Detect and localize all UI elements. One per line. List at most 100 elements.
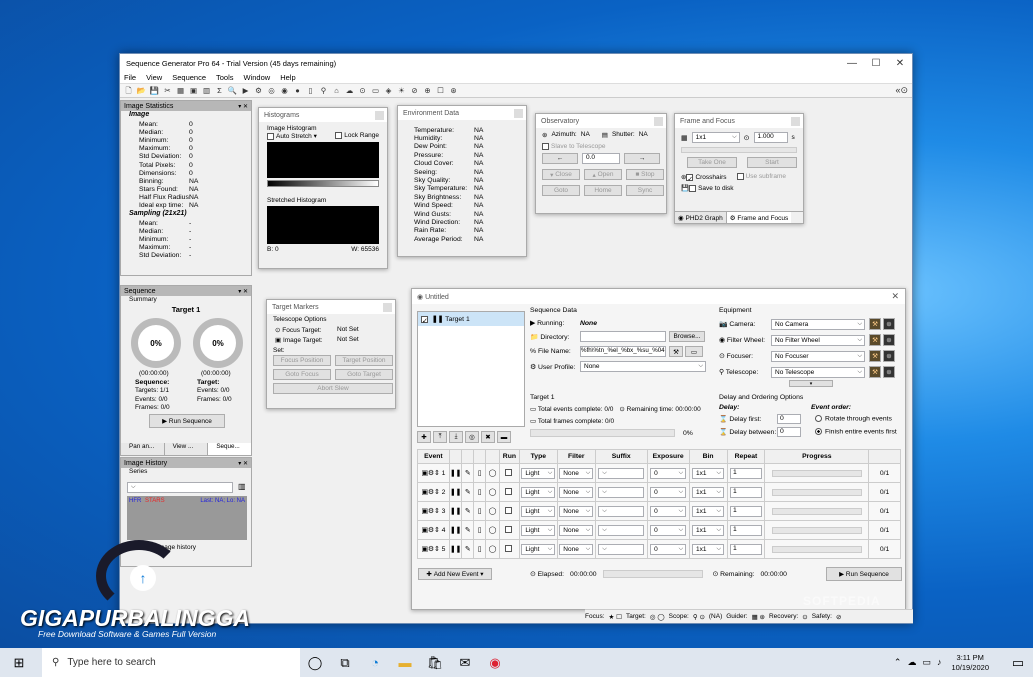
menu-file[interactable]: File [124,73,136,82]
close-icon[interactable]: ✕ [891,291,899,302]
target-position-button[interactable]: Target Position [335,355,393,366]
menu-window[interactable]: Window [244,73,271,82]
target-list-item[interactable]: ✓ ❚❚ Target 1 [418,312,524,326]
run-checkbox[interactable] [498,539,520,559]
file-name-input[interactable]: %fh\%tn_%el_%bx_%su_%04 [580,346,666,357]
stop-button[interactable]: ■ Stop [626,169,664,181]
chart-icon[interactable]: ▥ [238,482,246,491]
edge-icon[interactable]: ◔ [360,648,390,677]
pencil-icon[interactable]: ✎ [461,463,475,483]
save-to-disk-checkbox[interactable]: 💾 Save to disk [675,184,803,192]
suffix-select[interactable] [598,505,645,517]
chat-icon[interactable]: ◯ [485,482,500,502]
close-shutter-button[interactable]: ▾ Close [542,169,580,181]
connect-icon[interactable]: ⊛ [883,366,895,378]
table-row[interactable]: ▣⚙⇕ 4❚❚✎▯◯ LightNone 0 1x1 1 0/1 [417,520,901,540]
system-tray[interactable]: ⌃ ☁ ▭ ♪ [894,657,942,668]
pencil-icon[interactable]: ✎ [461,539,475,559]
lock-range-checkbox[interactable]: Lock Range [335,132,379,140]
filter-icon[interactable]: ▯ [305,86,316,96]
tab-sequence[interactable]: Seque... [208,443,252,455]
directory-input[interactable] [580,331,666,342]
table-row[interactable]: ▣⚙⇕ 5❚❚✎▯◯ LightNone 0 1x1 1 0/1 [417,539,901,559]
clock[interactable]: 3:11 PM 10/19/2020 [951,653,989,673]
type-select[interactable]: Light [521,524,556,536]
menu-view[interactable]: View [146,73,162,82]
exposure-select[interactable]: 0 [650,467,687,479]
play-icon[interactable]: ▶ [240,86,251,96]
image-icon[interactable]: ▣ [188,86,199,96]
run-sequence-button[interactable]: ▶ Run Sequence [826,567,902,581]
rotate-left-button[interactable]: ← [542,153,578,165]
repeat-stepper[interactable]: 1 [729,543,762,555]
menu-tools[interactable]: Tools [216,73,234,82]
maximize-button[interactable]: ☐ [864,58,888,69]
sun-icon[interactable]: ☀ [396,86,407,96]
mail-icon[interactable]: ✉ [450,648,480,677]
run-checkbox[interactable] [498,482,520,502]
home-button[interactable]: Home [584,185,622,197]
chart-icon[interactable]: ▥ [201,86,212,96]
pin-icon[interactable]: ▾ ✕ [238,103,251,110]
pause-icon[interactable]: ❚❚ [448,520,463,540]
filter-select[interactable]: None [559,486,594,498]
note-icon[interactable]: ▯ [473,463,487,483]
store-icon[interactable]: 🛍 [420,648,450,677]
filter-select[interactable]: None [559,467,594,479]
notification-icon[interactable]: ▭ [1003,648,1033,677]
chat-icon[interactable]: ◯ [485,463,500,483]
file-explorer-icon[interactable]: ▬ [390,648,420,677]
edit-icon[interactable]: ▬ [497,431,511,443]
connect-icon[interactable]: ⊛ [883,350,895,362]
take-one-button[interactable]: Take One [687,157,737,168]
cortana-icon[interactable]: ◯ [300,648,330,677]
globe-icon[interactable]: ⊕ [422,86,433,96]
close-icon[interactable] [383,302,392,312]
exposure-input[interactable]: 1.000 [753,132,788,143]
filter-select[interactable]: None [559,524,594,536]
user-profile-select[interactable]: None [580,361,706,372]
chat-icon[interactable]: ☐ [435,86,446,96]
focus-icon[interactable]: ◉ [279,86,290,96]
note-icon[interactable]: ▯ [473,539,487,559]
delete-icon[interactable]: ✖ [481,431,495,443]
pencil-icon[interactable]: ✎ [461,520,475,540]
close-icon[interactable] [375,110,384,120]
expand-equipment-button[interactable]: ▾ [789,380,833,387]
magnify-icon[interactable]: 🔍 [227,86,238,96]
pencil-icon[interactable]: ✎ [461,501,475,521]
move-up-icon[interactable]: ⤒ [433,431,447,443]
exposure-select[interactable]: 0 [650,524,687,536]
tab-view[interactable]: View ... [165,443,209,455]
pause-icon[interactable]: ❚❚ [448,501,463,521]
pin-icon[interactable]: ▾ ✕ [238,288,251,295]
stretch-slider[interactable] [267,180,379,187]
connect-icon[interactable]: ⊛ [883,334,895,346]
taskbar-search[interactable]: ⚲ Type here to search [42,648,300,677]
azimuth-input[interactable]: 0.0 [582,153,620,165]
menu-sequence[interactable]: Sequence [172,73,206,82]
pin-icon[interactable]: ▾ ✕ [238,460,251,467]
run-checkbox[interactable] [498,520,520,540]
telescope-icon[interactable]: ⚲ [318,86,329,96]
tab-frame-focus[interactable]: ⚙ Frame and Focus [726,212,792,223]
bin-select[interactable]: 1x1 [692,543,725,555]
menu-help[interactable]: Help [280,73,295,82]
type-select[interactable]: Light [521,543,556,555]
exposure-select[interactable]: 0 [650,505,687,517]
add-target-icon[interactable]: ✚ [417,431,431,443]
delay-between-input[interactable]: 0 [777,427,801,437]
table-row[interactable]: ▣⚙⇕ 1❚❚✎▯◯LightNone01x110/1 [417,463,901,483]
target-icon[interactable]: ◎ [266,86,277,96]
crosshairs-checkbox[interactable]: ⊛✓ Crosshairs [681,173,727,183]
connect-icon[interactable]: ⊛ [883,318,895,330]
dome-icon[interactable]: ⌂ [331,86,342,96]
close-icon[interactable] [654,116,663,126]
open-icon[interactable]: 📂 [136,86,147,96]
close-button[interactable]: ✕ [888,58,912,69]
type-select[interactable]: Light [521,467,556,479]
delay-first-input[interactable]: 0 [777,414,801,424]
camera-select[interactable]: No Camera [771,318,865,330]
open-shutter-button[interactable]: ▴ Open [584,169,622,181]
close-icon[interactable] [514,108,523,118]
